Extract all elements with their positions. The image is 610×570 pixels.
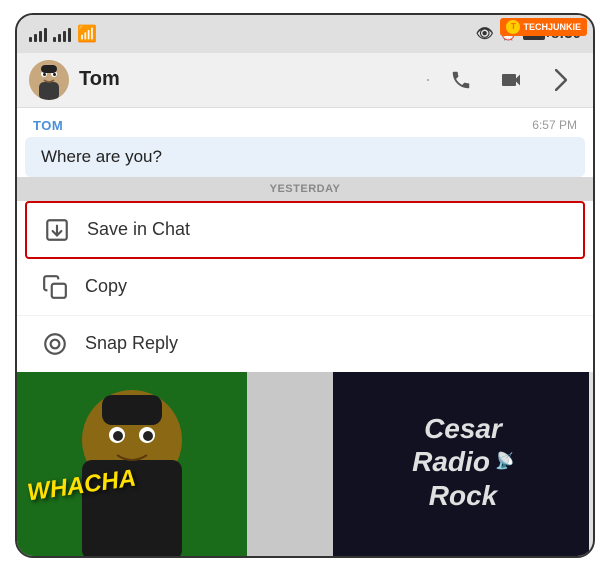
chat-background: WHACHA Cesar Radio 📡 Rock TOM: [17, 108, 593, 558]
message-time: 6:57 PM: [532, 118, 577, 132]
techjunkie-badge: T TECHJUNKIE: [500, 18, 587, 36]
phone-icon: [450, 69, 472, 91]
message-text-bubble: Where are you?: [25, 137, 585, 177]
message-text: Where are you?: [41, 147, 162, 166]
cesar-radio-text: Cesar Radio 📡 Rock: [412, 412, 514, 513]
yesterday-divider: YESTERDAY: [17, 177, 593, 201]
bg-image-left: WHACHA: [17, 365, 247, 558]
signal-bar: [58, 34, 61, 42]
status-left: 📶: [29, 24, 97, 44]
snap-reply-label: Snap Reply: [85, 333, 178, 354]
signal-bar: [53, 37, 56, 42]
signal-bar: [34, 34, 37, 42]
contact-name: Tom: [79, 68, 421, 91]
save-in-chat-icon: [43, 216, 71, 244]
avatar: [29, 60, 69, 100]
save-in-chat-menu-item[interactable]: Save in Chat: [25, 201, 585, 259]
context-menu: Save in Chat Copy: [17, 201, 593, 372]
wifi-icon: 📶: [77, 24, 97, 44]
signal-bar: [44, 28, 47, 42]
header-actions: [441, 60, 581, 100]
video-icon: [499, 68, 523, 92]
signal-bars-1: [29, 26, 47, 42]
radio-wave-icon: 📡: [494, 452, 514, 471]
phone-call-button[interactable]: [441, 60, 481, 100]
snap-reply-icon: [41, 330, 69, 358]
copy-label: Copy: [85, 276, 127, 297]
tj-icon: T: [506, 20, 520, 34]
signal-bars-2: [53, 26, 71, 42]
signal-bar: [39, 31, 42, 42]
eye-icon: 👁: [476, 25, 494, 42]
copy-icon: [41, 273, 69, 301]
signal-bar: [29, 37, 32, 42]
video-call-button[interactable]: [491, 60, 531, 100]
message-sender-name: TOM: [33, 118, 63, 133]
signal-bar: [68, 28, 71, 42]
chevron-right-icon: [555, 69, 567, 91]
status-bar: 📶 👁 ⏰ 34 8:30 T TECHJUNKIE: [17, 15, 593, 53]
copy-menu-item[interactable]: Copy: [17, 259, 593, 316]
badge-text: TECHJUNKIE: [523, 22, 581, 32]
bg-image-right: Cesar Radio 📡 Rock: [333, 365, 593, 558]
message-overlay: TOM 6:57 PM Where are you? YESTERDAY: [17, 108, 593, 372]
phone-frame: 📶 👁 ⏰ 34 8:30 T TECHJUNKIE: [15, 13, 595, 558]
signal-bar: [63, 31, 66, 42]
message-bubble-container: TOM 6:57 PM Where are you?: [17, 108, 593, 177]
avatar-icon: [29, 60, 69, 100]
message-sender-row: TOM 6:57 PM: [17, 108, 593, 137]
chat-header: Tom ·: [17, 53, 593, 108]
typing-indicator: ·: [425, 69, 431, 90]
more-button[interactable]: [541, 60, 581, 100]
snap-reply-menu-item[interactable]: Snap Reply: [17, 316, 593, 372]
save-in-chat-label: Save in Chat: [87, 219, 190, 240]
